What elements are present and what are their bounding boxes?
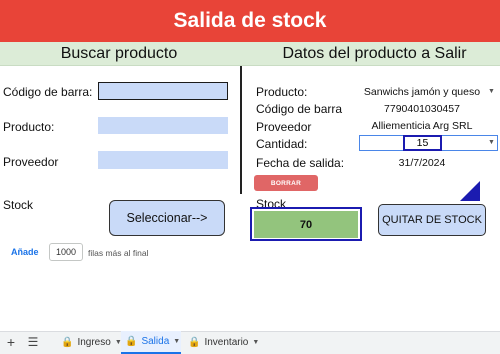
product-label: Producto:: [3, 120, 55, 134]
quantity-label: Cantidad:: [256, 137, 308, 151]
heading-gap: [238, 42, 249, 66]
add-sheet-icon[interactable]: +: [4, 333, 18, 351]
arrow-pointer-icon: [460, 181, 480, 201]
product-dropdown-arrow-icon[interactable]: ▼: [488, 88, 495, 95]
chevron-down-icon: ▼: [252, 339, 260, 346]
barcode-input[interactable]: [98, 82, 228, 100]
barcode-label: Código de barra:: [3, 85, 93, 99]
add-rows-link[interactable]: Añade: [11, 247, 39, 257]
left-stock-label: Stock: [3, 198, 34, 212]
supplier-value: Alliementicia Arg SRL: [371, 120, 473, 132]
product-input[interactable]: [98, 117, 228, 134]
tab-inventario[interactable]: 🔒 Inventario ▼: [185, 331, 260, 354]
right-supplier-label: Proveedor: [256, 120, 312, 134]
tab-label: Ingreso: [77, 337, 111, 348]
tab-ingreso[interactable]: 🔒 Ingreso ▼: [58, 331, 122, 354]
supplier-input[interactable]: [98, 151, 228, 169]
stock-value: 70: [254, 211, 358, 238]
quantity-value[interactable]: 15: [403, 135, 442, 151]
right-product-label: Producto:: [256, 85, 308, 99]
tab-salida[interactable]: 🔒 Salida ▼: [121, 331, 181, 354]
lock-icon: 🔒: [188, 337, 201, 348]
search-heading: Buscar producto: [0, 42, 238, 66]
all-sheets-menu-icon[interactable]: ☰: [26, 333, 40, 351]
row-count-input[interactable]: 1000: [49, 243, 83, 261]
divider-line: [240, 66, 242, 194]
add-rows-suffix: filas más al final: [88, 248, 149, 258]
product-value: Sanwichs jamón y queso: [363, 86, 481, 98]
page-title: Salida de stock: [0, 0, 500, 42]
supplier-label: Proveedor: [3, 155, 59, 169]
quantity-dropdown-arrow-icon[interactable]: ▼: [488, 139, 495, 146]
clear-button[interactable]: BORRAR: [254, 175, 318, 191]
date-label: Fecha de salida:: [256, 156, 345, 170]
tab-label: Inventario: [204, 337, 249, 348]
remove-stock-button[interactable]: QUITAR DE STOCK: [378, 204, 486, 236]
lock-icon: 🔒: [61, 337, 74, 348]
select-button[interactable]: Seleccionar-->: [109, 200, 225, 236]
barcode-value: 7790401030457: [384, 103, 460, 115]
lock-icon: 🔒: [125, 336, 138, 347]
tab-label: Salida: [141, 336, 170, 347]
chevron-down-icon: ▼: [173, 338, 181, 345]
date-value: 31/7/2024: [398, 157, 446, 169]
right-barcode-label: Código de barra: [256, 102, 343, 116]
product-out-heading: Datos del producto a Salir: [249, 42, 500, 66]
